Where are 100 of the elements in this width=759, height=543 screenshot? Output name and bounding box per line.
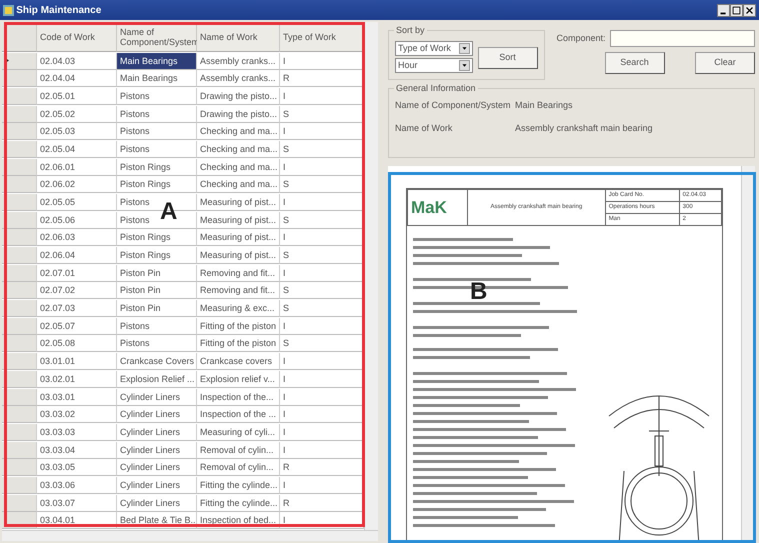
table-cell: Drawing the pisto... [197, 106, 280, 123]
table-cell: 02.05.05 [37, 194, 117, 212]
row-header[interactable] [2, 370, 37, 388]
close-button[interactable] [743, 4, 756, 16]
current-row-icon [4, 57, 9, 64]
row-header[interactable] [2, 52, 37, 70]
sort-dropdown[interactable]: Type of Work [395, 41, 473, 56]
table-cell: Removing and fit... [197, 282, 280, 300]
table-cell: Checking and ma... [197, 158, 280, 176]
table-cell: Pistons [117, 318, 197, 335]
table-cell: Piston Pin [117, 282, 197, 300]
table-cell: Assembly cranks... [197, 52, 280, 70]
vertical-scrollbar[interactable] [364, 22, 378, 530]
table-cell: Fitting the cylinde... [197, 476, 280, 494]
table-cell: 03.03.01 [37, 388, 117, 406]
row-header[interactable] [2, 388, 37, 406]
row-header[interactable] [2, 494, 37, 512]
table-cell: Piston Pin [117, 300, 197, 318]
row-header[interactable] [2, 264, 37, 282]
row-header[interactable] [2, 300, 37, 318]
row-header[interactable] [2, 424, 37, 441]
row-header[interactable] [2, 141, 37, 158]
table-cell: 03.01.01 [37, 353, 117, 370]
row-header[interactable] [2, 406, 37, 424]
column-header[interactable]: Name of Work [197, 22, 280, 52]
sort-button[interactable]: Sort [478, 47, 538, 69]
row-header[interactable] [2, 335, 37, 352]
table-cell: Explosion relief v... [197, 370, 280, 388]
table-cell: 02.05.02 [37, 106, 117, 123]
column-header[interactable]: Code of Work [37, 22, 117, 52]
row-header[interactable] [2, 123, 37, 140]
row-header[interactable] [2, 194, 37, 212]
table-cell: Pistons [117, 123, 197, 140]
field-value: Main Bearings [515, 99, 573, 112]
row-header[interactable] [2, 212, 37, 229]
table-cell: Cylinder Liners [117, 406, 197, 424]
table-cell: 03.03.04 [37, 442, 117, 459]
column-header[interactable]: Name of Component/System [117, 22, 197, 52]
horizontal-scrollbar[interactable] [2, 530, 378, 541]
table-cell: Crankcase Covers [117, 353, 197, 370]
table-cell: Removal of cylin... [197, 442, 280, 459]
table-cell: Explosion Relief ... [117, 370, 197, 388]
table-cell: Main Bearings [117, 52, 197, 70]
table-cell: 02.05.01 [37, 88, 117, 106]
row-header[interactable] [2, 106, 37, 123]
minimize-button[interactable] [717, 4, 730, 16]
row-header[interactable] [2, 282, 37, 300]
table-cell: 02.06.03 [37, 229, 117, 246]
row-header[interactable] [2, 70, 37, 88]
table-cell: 02.07.02 [37, 282, 117, 300]
table-cell: 02.07.01 [37, 264, 117, 282]
table-cell: 02.07.03 [37, 300, 117, 318]
maximize-button[interactable] [730, 4, 743, 16]
table-cell: Cylinder Liners [117, 476, 197, 494]
table-cell: Piston Pin [117, 264, 197, 282]
table-cell: Cylinder Liners [117, 424, 197, 441]
row-header[interactable] [2, 442, 37, 459]
row-header[interactable] [2, 229, 37, 246]
table-cell: 02.05.03 [37, 123, 117, 140]
logo: MaK [411, 198, 447, 217]
table-cell: Removing and fit... [197, 264, 280, 282]
row-header[interactable] [2, 459, 37, 476]
table-cell: Pistons [117, 335, 197, 352]
table-cell: 03.03.02 [37, 406, 117, 424]
row-header[interactable] [2, 476, 37, 494]
table-cell: 03.03.06 [37, 476, 117, 494]
component-field[interactable] [610, 30, 755, 47]
search-button[interactable]: Search [604, 52, 664, 74]
table-cell: 02.05.04 [37, 141, 117, 158]
table-cell: 02.06.04 [37, 247, 117, 264]
row-header[interactable] [2, 353, 37, 370]
table-cell: Fitting of the piston [197, 318, 280, 335]
row-header[interactable] [2, 158, 37, 176]
group-title: Sort by [394, 24, 427, 38]
table-cell: Cylinder Liners [117, 494, 197, 512]
table-cell: Inspection of the ... [197, 406, 280, 424]
row-header[interactable] [2, 318, 37, 335]
table-cell: Checking and ma... [197, 141, 280, 158]
sort-dropdown[interactable]: Hour [395, 58, 473, 74]
table-cell: 02.04.03 [37, 52, 117, 70]
field-label: Component: [556, 32, 606, 45]
table-cell: Removal of cylin... [197, 459, 280, 476]
window-title: Ship Maintenance [16, 4, 102, 18]
table-cell: Measuring of pist... [197, 194, 280, 212]
row-header[interactable] [2, 88, 37, 106]
row-header[interactable] [2, 247, 37, 264]
table-cell: Measuring & exc... [197, 300, 280, 318]
table-cell: Checking and ma... [197, 176, 280, 194]
table-cell: 02.05.07 [37, 318, 117, 335]
table-cell: 02.05.08 [37, 335, 117, 352]
app-icon [3, 4, 14, 16]
table-cell: Measuring of cyli... [197, 424, 280, 441]
table-cell: Assembly cranks... [197, 70, 280, 88]
table-cell: Fitting of the piston [197, 335, 280, 352]
field-label: Name of Component/System [395, 99, 512, 112]
table-cell: Cylinder Liners [117, 388, 197, 406]
row-header[interactable] [2, 176, 37, 194]
clear-button[interactable]: Clear [695, 52, 755, 74]
table-cell: Pistons [117, 106, 197, 123]
table-cell: Pistons [117, 88, 197, 106]
